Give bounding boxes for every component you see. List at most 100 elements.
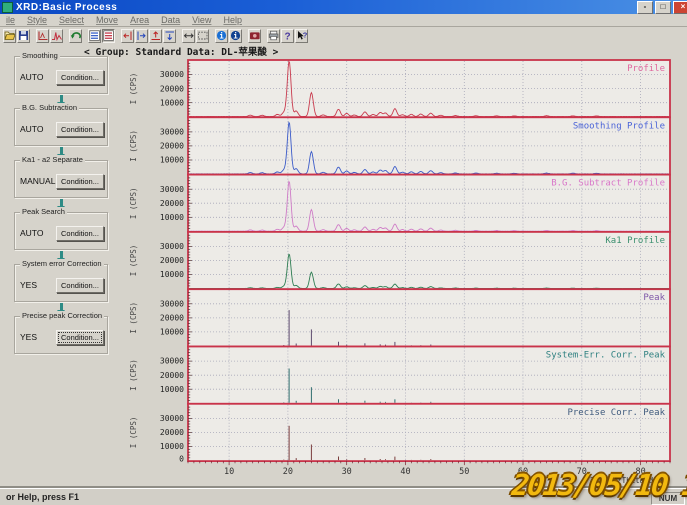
camera-timestamp-overlay: 2013/05/10 15	[510, 468, 687, 502]
menu-data[interactable]: Data	[155, 15, 186, 25]
process-step-title: Ka1 - a2 Separate	[20, 155, 85, 164]
toolbar: ii??	[0, 27, 687, 44]
close-button[interactable]: ×	[673, 1, 687, 14]
process-step-ka1-a2-separate: Ka1 - a2 SeparateMANUALCondition...	[14, 160, 108, 198]
x-tick-label: 30	[342, 467, 352, 477]
panel-label: B.G. Subtract Profile	[551, 179, 665, 189]
menu-area[interactable]: Area	[124, 15, 155, 25]
process-step-mode: YES	[20, 280, 37, 290]
layout-rows-red-icon	[103, 30, 114, 41]
process-step-mode: MANUAL	[20, 176, 55, 186]
condition-button[interactable]: Condition...	[56, 174, 104, 189]
svg-text:10000: 10000	[160, 98, 184, 107]
status-message: or Help, press F1	[6, 492, 79, 502]
process-flow-panel: SmoothingAUTOCondition...B.G. Subtractio…	[14, 56, 108, 354]
snapshot-button[interactable]	[248, 29, 261, 43]
svg-text:10000: 10000	[160, 213, 184, 222]
svg-text:20000: 20000	[160, 428, 184, 437]
y-axis-label: I (CPS)	[129, 245, 138, 277]
svg-text:30000: 30000	[160, 299, 184, 308]
menu-style[interactable]: Style	[21, 15, 53, 25]
process-step-mode: AUTO	[20, 124, 43, 134]
svg-text:20000: 20000	[160, 84, 184, 93]
svg-text:10000: 10000	[160, 328, 184, 337]
help-button[interactable]: ?	[281, 29, 294, 43]
menu-help[interactable]: Help	[217, 15, 248, 25]
condition-button[interactable]: Condition...	[56, 330, 104, 345]
panel-label: Peak	[643, 293, 665, 303]
printer-icon	[268, 30, 279, 41]
title-bar: XRD:Basic Process -□×	[0, 0, 687, 14]
y-axis-label: I (CPS)	[129, 187, 138, 219]
help-icon: ?	[282, 30, 293, 41]
menu-ile[interactable]: ile	[0, 15, 21, 25]
open-button[interactable]	[3, 29, 16, 43]
condition-button[interactable]: Condition...	[56, 278, 104, 293]
arrow-right-blue-icon	[136, 30, 147, 41]
app-icon	[2, 2, 13, 13]
peak-shift-left-button[interactable]	[121, 29, 134, 43]
y-axis-label: I (CPS)	[129, 302, 138, 334]
panel-profile: 100002000030000I (CPS)Profile	[129, 60, 670, 121]
peak-up-button[interactable]	[149, 29, 162, 43]
svg-text:30000: 30000	[160, 70, 184, 79]
context-help-icon: ?	[296, 30, 307, 41]
svg-text:?: ?	[303, 30, 307, 39]
select-rect-button[interactable]	[196, 29, 209, 43]
y-axis-label: I (CPS)	[129, 417, 138, 449]
menu-move[interactable]: Move	[90, 15, 124, 25]
menu-select[interactable]: Select	[53, 15, 90, 25]
process-step-title: System error Correction	[20, 259, 104, 268]
layout-rows-active-button[interactable]	[102, 29, 115, 43]
process-step-mode: AUTO	[20, 72, 43, 82]
menu-view[interactable]: View	[186, 15, 217, 25]
save-icon	[18, 30, 29, 41]
y-axis-label: I (CPS)	[129, 130, 138, 162]
undo-button[interactable]	[69, 29, 82, 43]
context-help-button[interactable]: ?	[295, 29, 308, 43]
info-dark-button[interactable]: i	[229, 29, 242, 43]
svg-text:20000: 20000	[160, 256, 184, 265]
svg-text:30000: 30000	[160, 128, 184, 137]
condition-button[interactable]: Condition...	[56, 226, 104, 241]
process-step-title: Peak Search	[20, 207, 67, 216]
arrow-down-blue-icon	[164, 30, 175, 41]
layout-rows-button[interactable]	[88, 29, 101, 43]
svg-text:20000: 20000	[160, 199, 184, 208]
panel-label: Precise Corr. Peak	[567, 408, 665, 418]
axis-scale-button[interactable]	[36, 29, 49, 43]
layout-rows-icon	[89, 30, 100, 41]
svg-text:i: i	[219, 31, 224, 40]
maximize-button[interactable]: □	[655, 1, 671, 14]
svg-text:20000: 20000	[160, 314, 184, 323]
minimize-button[interactable]: -	[637, 1, 653, 14]
menu-bar: ileStyleSelectMoveAreaDataViewHelp	[0, 14, 687, 27]
peak-down-button[interactable]	[163, 29, 176, 43]
process-step-title: Smoothing	[20, 51, 60, 60]
info-circle-icon: i	[216, 30, 227, 41]
print-button[interactable]	[267, 29, 280, 43]
svg-text:i: i	[233, 31, 238, 40]
panel-system-err-corr-peak: 100002000030000I (CPS)System-Err. Corr. …	[129, 347, 670, 408]
peak-shift-right-button[interactable]	[135, 29, 148, 43]
svg-text:10000: 10000	[160, 270, 184, 279]
pan-horizontal-button[interactable]	[182, 29, 195, 43]
panel-ka1-profile: 100002000030000I (CPS)Ka1 Profile	[129, 232, 670, 293]
process-step-title: Precise peak Correction	[20, 311, 104, 320]
process-step-mode: AUTO	[20, 228, 43, 238]
profile-style-button[interactable]	[50, 29, 63, 43]
x-tick-label: 40	[400, 467, 410, 477]
save-button[interactable]	[17, 29, 30, 43]
info-circle-dark-icon: i	[230, 30, 241, 41]
condition-button[interactable]: Condition...	[56, 70, 104, 85]
svg-text:?: ?	[284, 32, 290, 41]
panel-label: Smoothing Profile	[573, 121, 665, 131]
panel-precise-corr-peak: 1000020000300000I (CPS)Precise Corr. Pea…	[129, 404, 670, 465]
process-step-system-error-correction: System error CorrectionYESCondition...	[14, 264, 108, 302]
y-axis-label: I (CPS)	[129, 359, 138, 391]
svg-text:30000: 30000	[160, 185, 184, 194]
info-button[interactable]: i	[215, 29, 228, 43]
svg-text:20000: 20000	[160, 142, 184, 151]
panel-label: Ka1 Profile	[605, 236, 665, 246]
condition-button[interactable]: Condition...	[56, 122, 104, 137]
